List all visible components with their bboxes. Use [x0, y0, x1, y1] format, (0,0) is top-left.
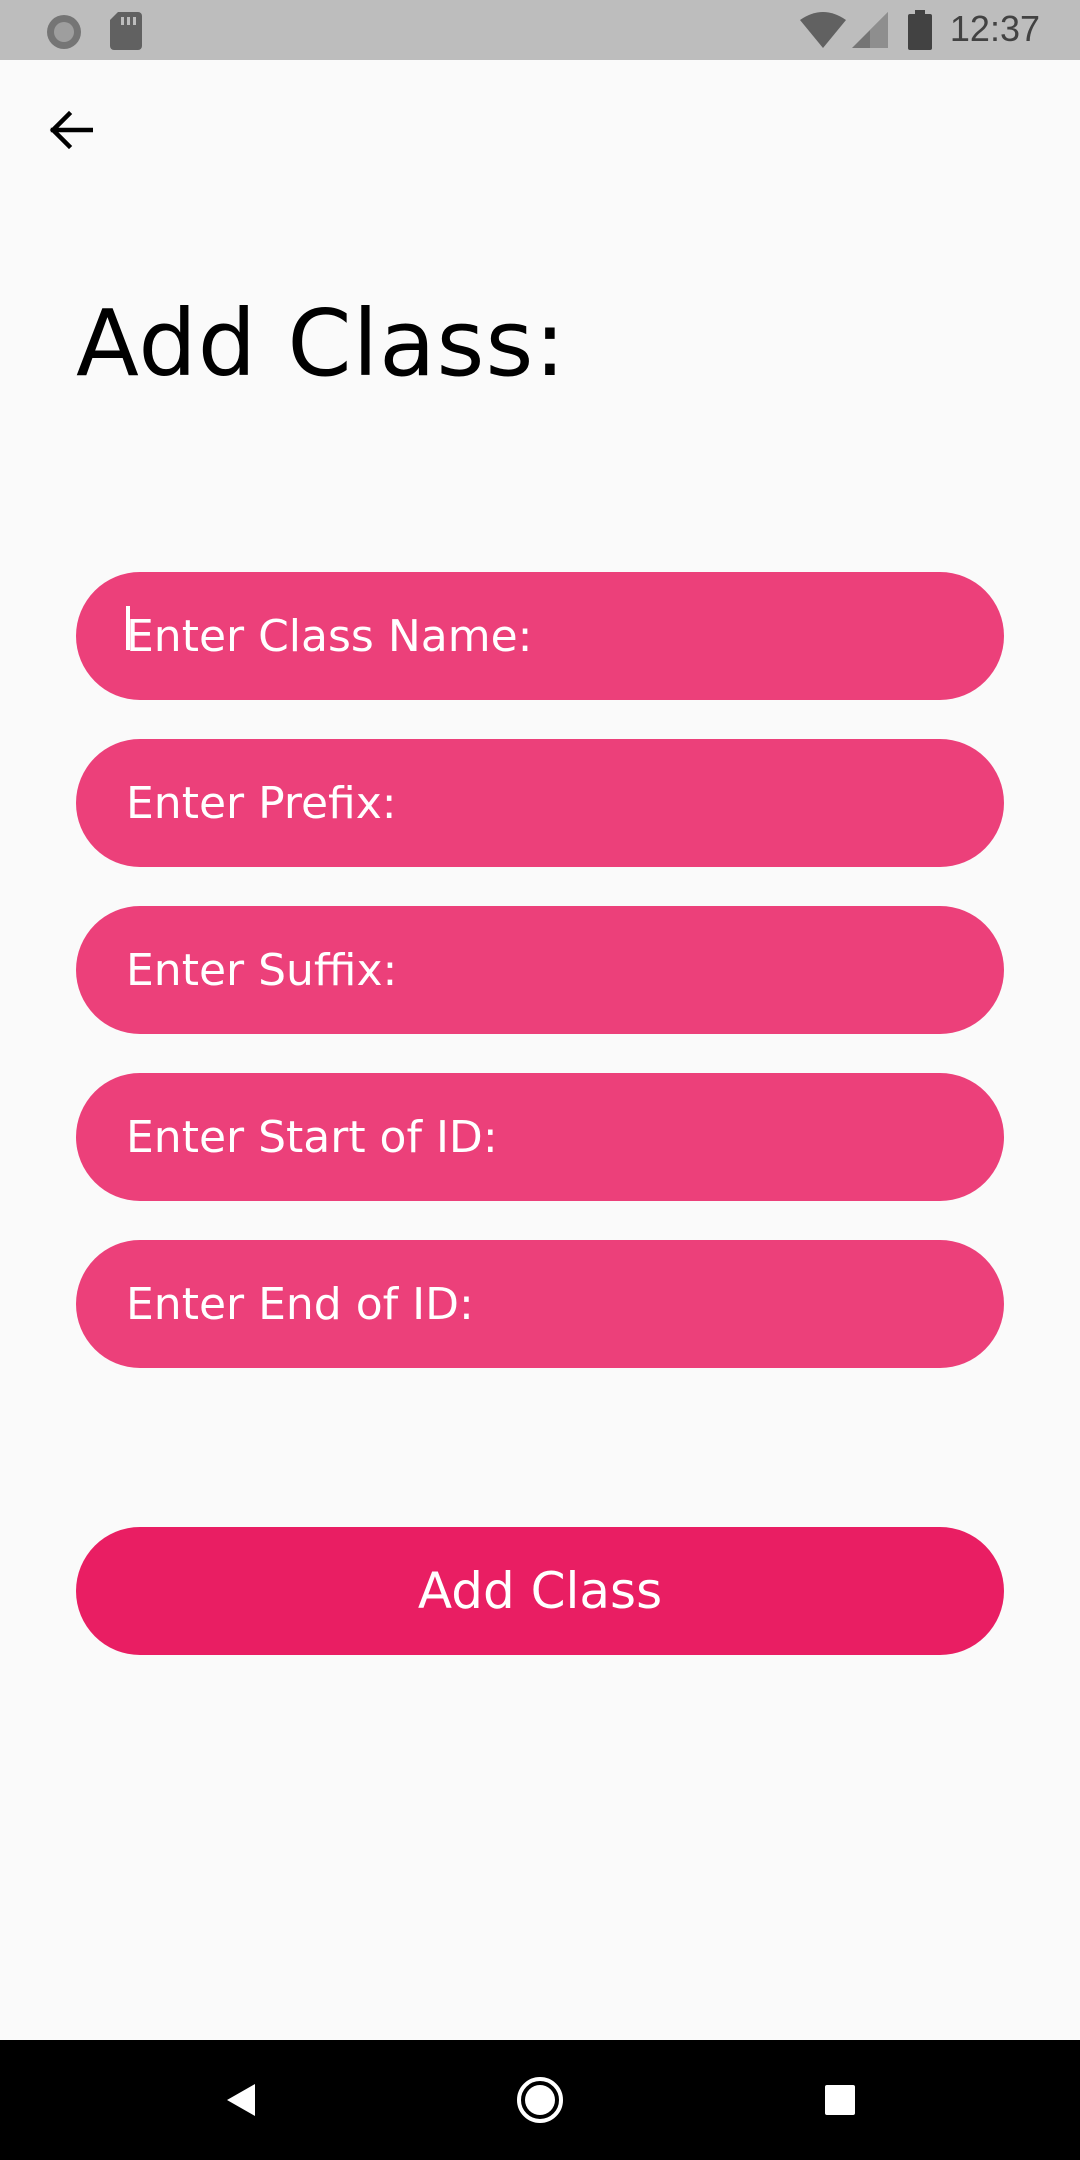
back-button[interactable] — [30, 90, 110, 170]
add-class-button[interactable]: Add Class — [76, 1527, 1004, 1655]
end-id-field[interactable] — [76, 1240, 1004, 1368]
text-cursor — [126, 606, 130, 650]
arrow-left-icon — [49, 110, 93, 150]
sd-card-icon — [110, 12, 142, 50]
back-triangle-icon — [227, 2084, 255, 2116]
nav-home-button[interactable] — [505, 2065, 575, 2135]
prefix-input[interactable] — [126, 777, 1004, 829]
nav-recents-button[interactable] — [805, 2065, 875, 2135]
signal-icon — [852, 12, 888, 48]
start-id-field[interactable] — [76, 1073, 1004, 1201]
battery-icon — [908, 10, 932, 50]
home-circle-icon — [517, 2077, 563, 2123]
navigation-bar — [0, 2040, 1080, 2160]
status-time: 12:37 — [949, 8, 1040, 49]
page-title: Add Class: — [76, 290, 567, 397]
suffix-input[interactable] — [126, 944, 1004, 996]
end-id-input[interactable] — [126, 1278, 1004, 1330]
status-bar: 12:37 — [0, 0, 1080, 60]
sync-icon — [47, 15, 81, 49]
start-id-input[interactable] — [126, 1111, 1004, 1163]
prefix-field[interactable] — [76, 739, 1004, 867]
suffix-field[interactable] — [76, 906, 1004, 1034]
class-name-input[interactable] — [126, 610, 1004, 662]
recents-square-icon — [825, 2085, 855, 2115]
wifi-icon — [800, 12, 846, 48]
nav-back-button[interactable] — [205, 2065, 275, 2135]
class-name-field[interactable] — [76, 572, 1004, 700]
